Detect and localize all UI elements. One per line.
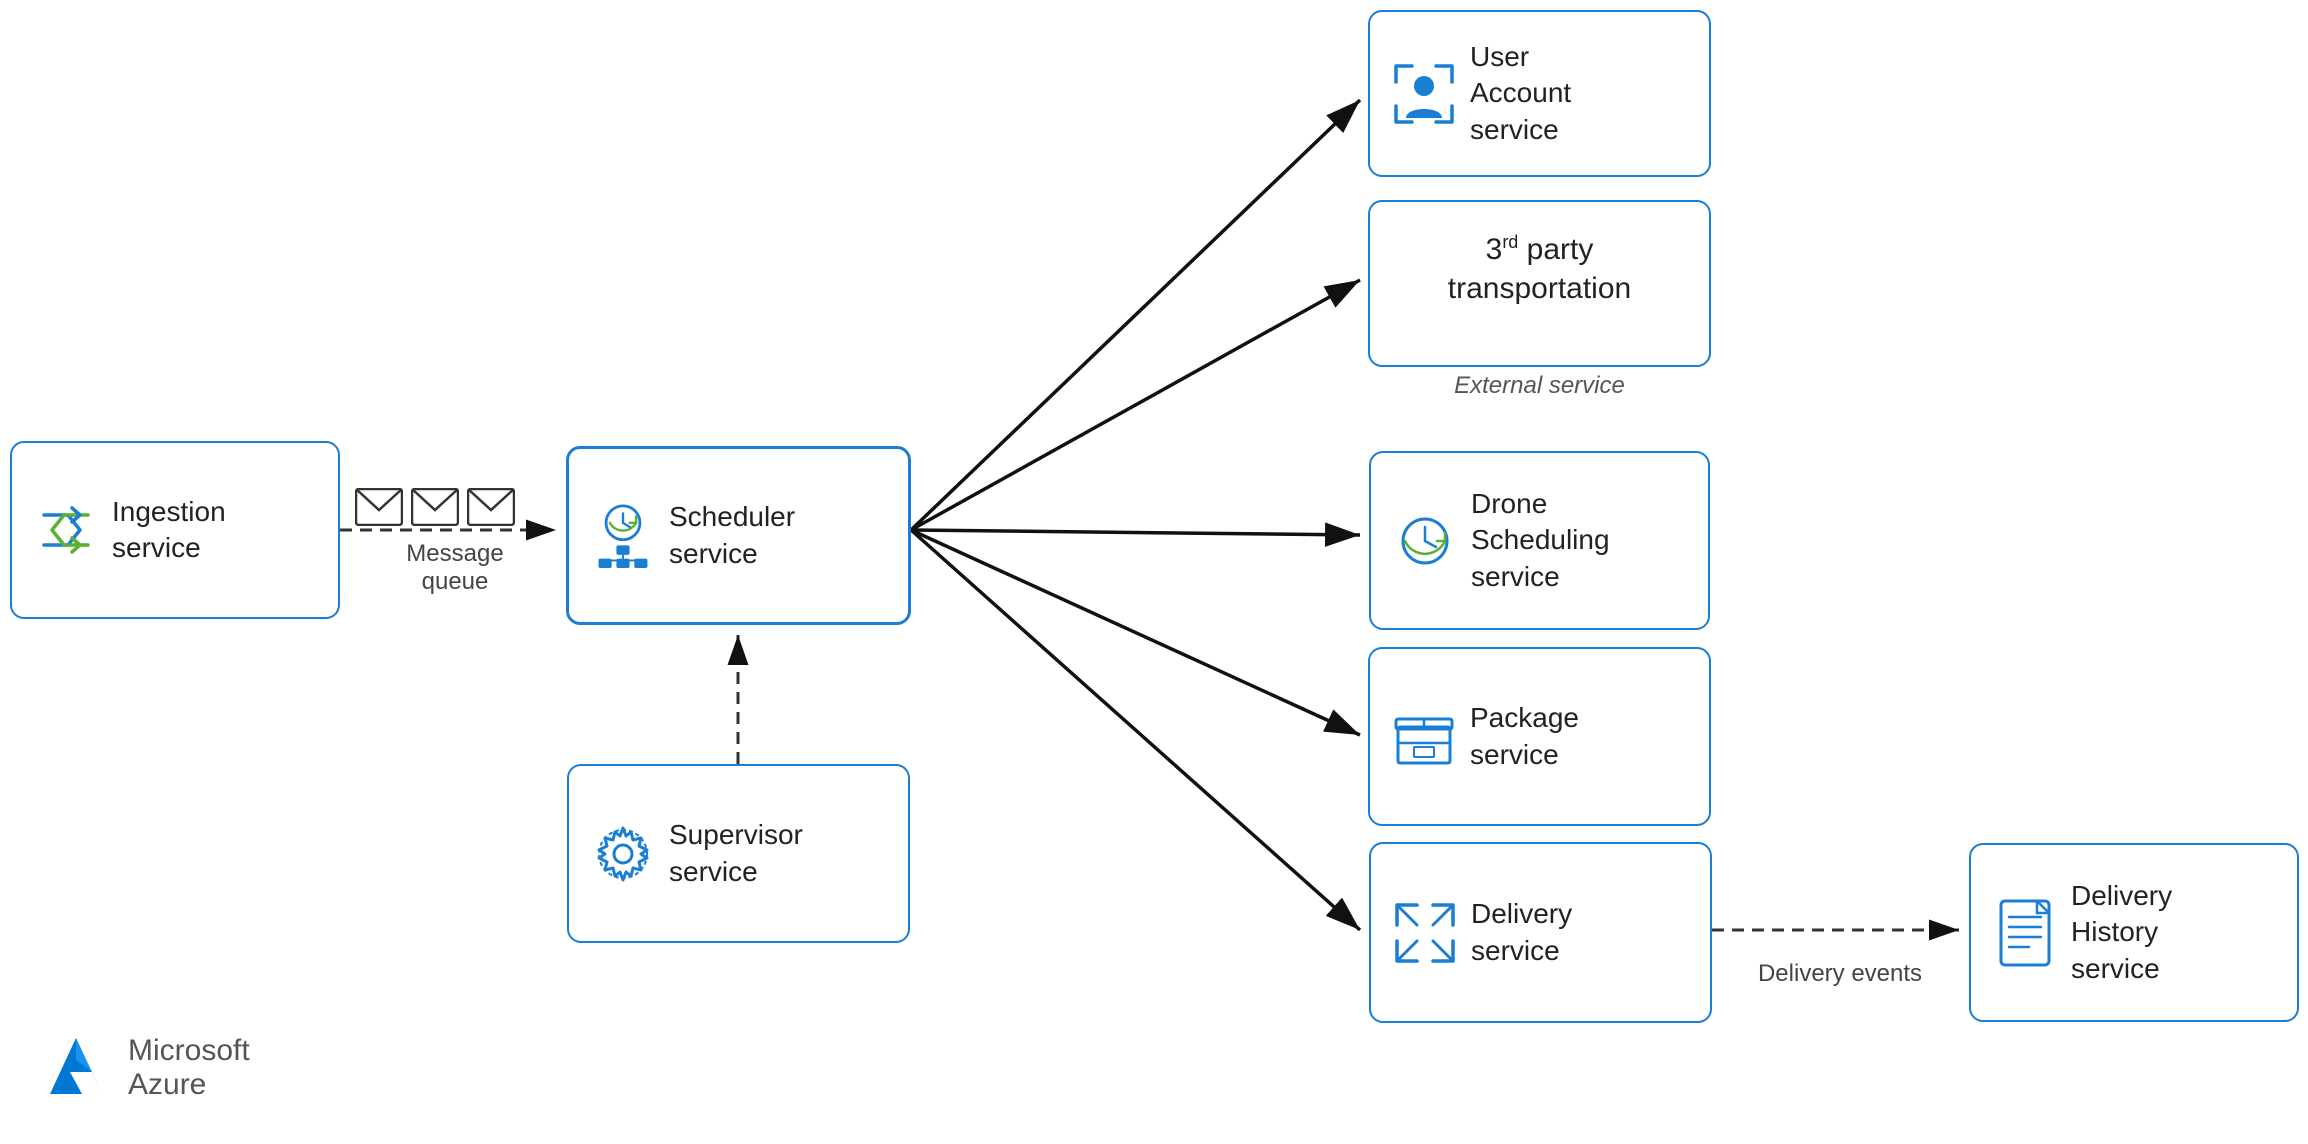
scheduler-to-thirdparty-arrow [911,280,1360,530]
envelope-icon-1 [355,488,403,526]
package-icon [1392,705,1456,769]
scheduler-to-drone-arrow [911,530,1360,535]
package-service-box: Packageservice [1368,647,1711,826]
drone-scheduling-icon [1393,509,1457,573]
external-service-label: External service [1368,372,1711,400]
ingestion-icon [34,498,98,562]
scheduler-to-package-arrow [911,530,1360,735]
supervisor-service-label: Supervisorservice [669,817,803,890]
user-account-service-label: UserAccountservice [1470,39,1571,148]
delivery-events-label: Delivery events [1730,960,1950,988]
third-party-service-label: 3rd partytransportation [1392,230,1687,308]
scheduler-service-box: Schedulerservice [566,446,911,625]
message-queue-icons [355,488,515,526]
drone-scheduling-service-box: DroneSchedulingservice [1369,451,1710,630]
third-party-service-box: 3rd partytransportation [1368,200,1711,367]
scheduler-service-label: Schedulerservice [669,499,795,572]
ingestion-service-box: Ingestionservice [10,441,340,619]
supervisor-icon [591,822,655,886]
delivery-icon [1393,901,1457,965]
envelope-icon-3 [467,488,515,526]
user-account-icon [1392,62,1456,126]
delivery-history-icon [1993,901,2057,965]
envelope-icon-2 [411,488,459,526]
azure-logo-icon [40,1032,112,1104]
delivery-service-box: Deliveryservice [1369,842,1712,1023]
delivery-history-service-label: DeliveryHistoryservice [2071,878,2172,987]
azure-logo: Microsoft Azure [40,1032,250,1104]
ingestion-service-label: Ingestionservice [112,494,226,567]
message-queue-label: Messagequeue [355,540,555,596]
supervisor-service-box: Supervisorservice [567,764,910,943]
scheduler-to-delivery-arrow [911,530,1360,930]
drone-scheduling-service-label: DroneSchedulingservice [1471,486,1610,595]
diagram-container: Messagequeue Delivery events Ingestionse… [0,0,2308,1144]
delivery-service-label: Deliveryservice [1471,896,1572,969]
delivery-history-service-box: DeliveryHistoryservice [1969,843,2299,1022]
azure-logo-text: Microsoft Azure [128,1034,250,1102]
scheduler-to-useraccount-arrow [911,100,1360,530]
user-account-service-box: UserAccountservice [1368,10,1711,177]
package-service-label: Packageservice [1470,700,1579,773]
arrows-svg [0,0,2308,1144]
scheduler-icon [591,504,655,568]
